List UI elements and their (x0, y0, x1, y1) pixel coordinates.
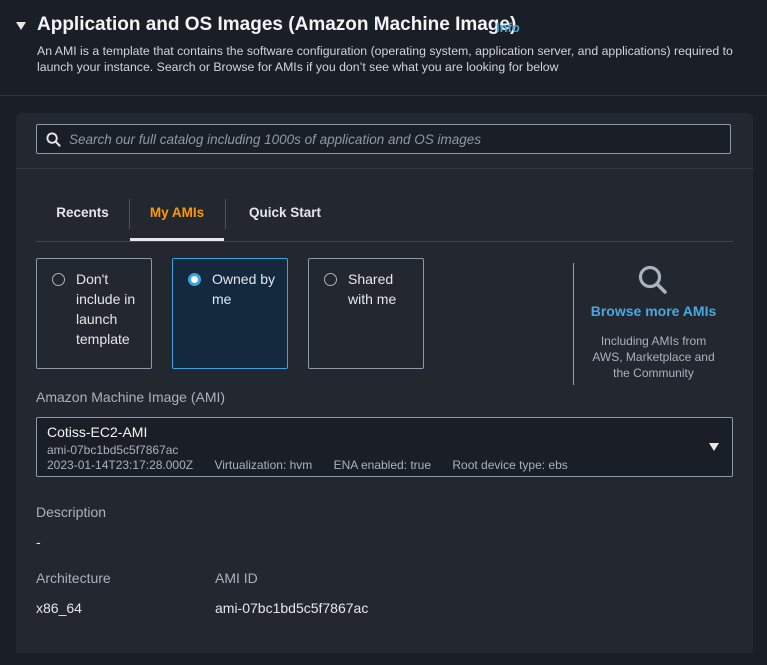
ami-metadata: 2023-01-14T23:17:28.000Z Virtualization:… (47, 458, 586, 472)
description-value: - (36, 534, 41, 550)
browse-more-amis-link[interactable]: Browse more AMIs (590, 303, 717, 319)
ami-id-value: ami-07bc1bd5c5f7867ac (215, 600, 369, 616)
tab-my-amis[interactable]: My AMIs (130, 196, 224, 241)
ami-root-device: Root device type: ebs (452, 458, 568, 472)
option-label: Owned by me (212, 271, 276, 307)
collapse-caret-icon[interactable] (16, 22, 26, 30)
ami-id-label: AMI ID (215, 570, 258, 586)
vertical-divider (573, 263, 574, 385)
ownership-option-owned-by-me[interactable]: Owned by me (172, 258, 288, 369)
ami-created-date: 2023-01-14T23:17:28.000Z (47, 458, 194, 472)
search-input[interactable] (69, 125, 719, 153)
radio-button[interactable] (324, 273, 337, 286)
description-label: Description (36, 504, 107, 520)
info-link[interactable]: Info (496, 20, 520, 35)
option-label: Shared with me (348, 271, 397, 307)
ami-ena: ENA enabled: true (333, 458, 432, 472)
architecture-label: Architecture (36, 570, 111, 586)
architecture-value: x86_64 (36, 600, 82, 616)
search-box[interactable] (36, 124, 731, 154)
search-icon (46, 132, 61, 147)
ami-id: ami-07bc1bd5c5f7867ac (47, 443, 179, 457)
radio-button-selected[interactable] (188, 273, 201, 286)
option-label: Don't include in launch template (76, 271, 136, 347)
section-description: An AMI is a template that contains the s… (37, 44, 733, 74)
ownership-option-shared-with-me[interactable]: Shared with me (308, 258, 424, 369)
tab-quick-start[interactable]: Quick Start (226, 196, 344, 240)
divider (16, 168, 753, 169)
section-header: Application and OS Images (Amazon Machin… (0, 0, 767, 96)
tab-recents[interactable]: Recents (36, 196, 129, 240)
chevron-down-icon[interactable] (709, 443, 719, 451)
search-icon (638, 265, 667, 294)
ami-field-label: Amazon Machine Image (AMI) (36, 389, 226, 405)
ami-name: Cotiss-EC2-AMI (47, 424, 148, 440)
ami-select[interactable]: Cotiss-EC2-AMI ami-07bc1bd5c5f7867ac 202… (36, 417, 733, 477)
ami-panel: Recents My AMIs Quick Start Don't includ… (16, 113, 753, 653)
radio-button[interactable] (52, 273, 65, 286)
browse-subtext: Including AMIs from AWS, Marketplace and… (592, 334, 715, 380)
section-title: Application and OS Images (Amazon Machin… (37, 14, 517, 35)
ami-tabs: Recents My AMIs Quick Start (36, 196, 733, 242)
ami-virtualization: Virtualization: hvm (214, 458, 313, 472)
ownership-option-dont-include[interactable]: Don't include in launch template (36, 258, 152, 369)
